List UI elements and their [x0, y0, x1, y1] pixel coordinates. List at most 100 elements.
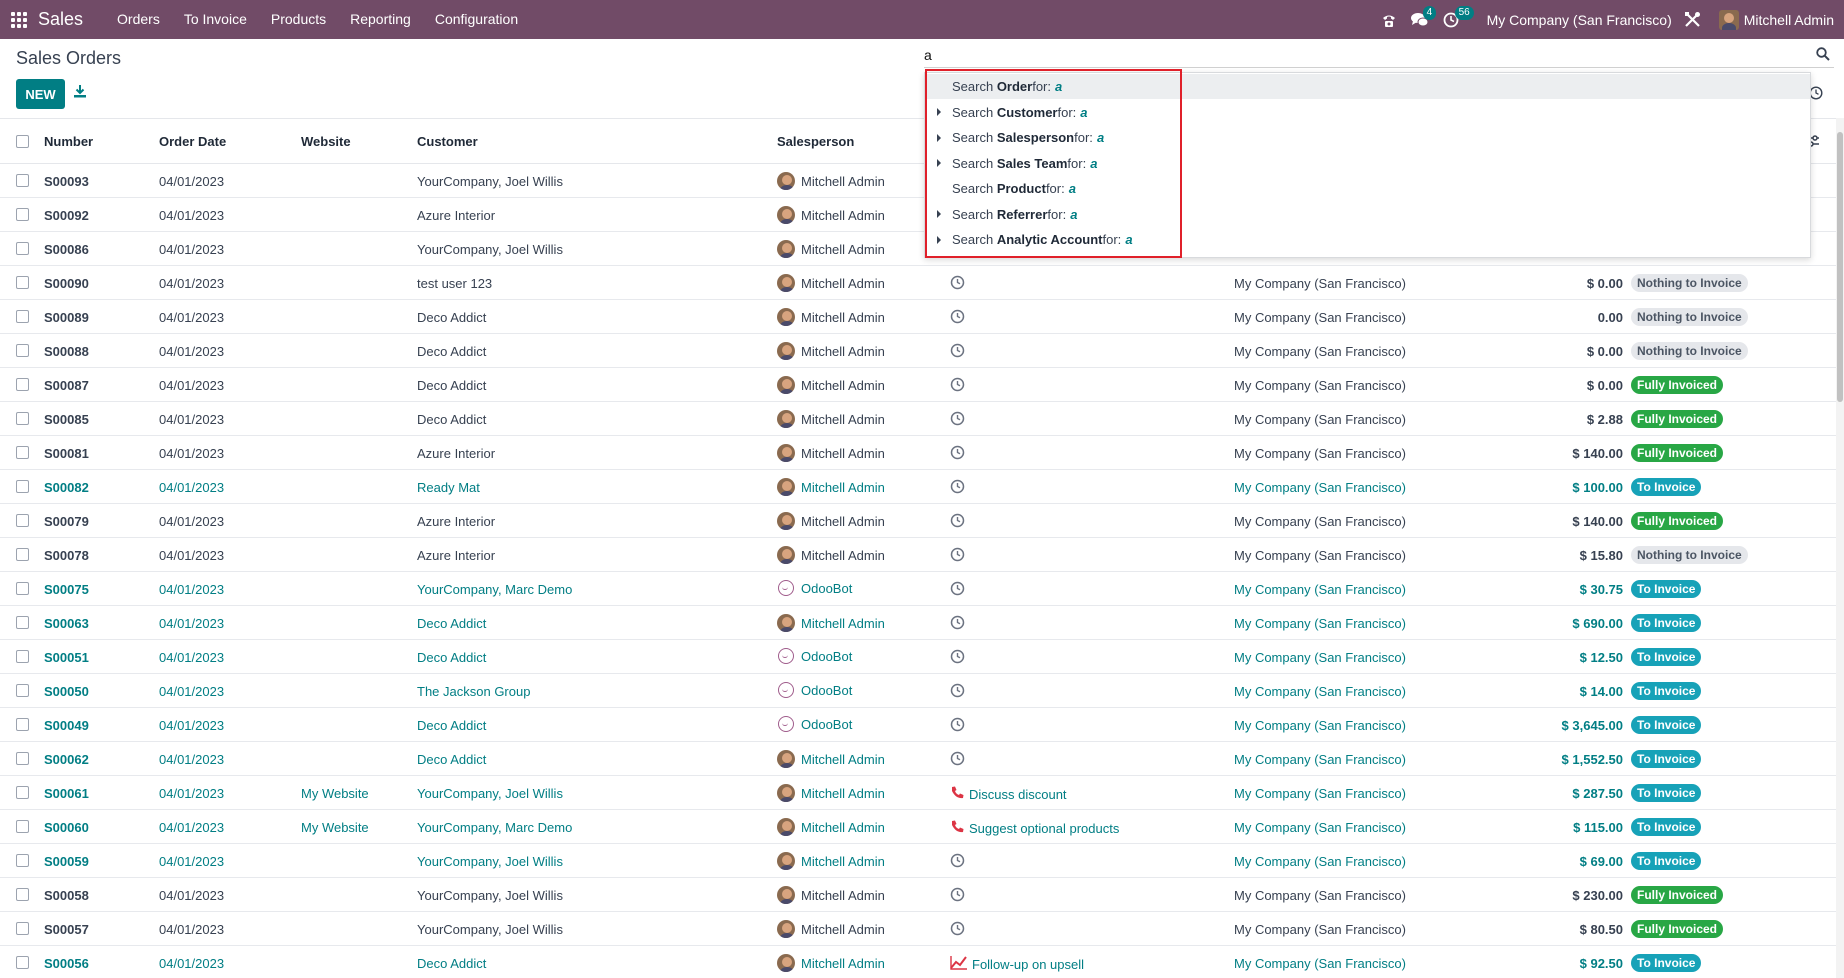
row-checkbox[interactable]: [16, 242, 29, 255]
salesperson[interactable]: Mitchell Admin: [777, 784, 885, 802]
activity-summary[interactable]: Suggest optional products: [969, 821, 1119, 836]
table-row[interactable]: S00079 04/01/2023 Azure Interior Mitchell A…: [0, 504, 1836, 538]
salesperson[interactable]: Mitchell Admin: [777, 750, 885, 768]
order-number[interactable]: S00058: [44, 888, 89, 903]
row-checkbox[interactable]: [16, 174, 29, 187]
activity[interactable]: [950, 751, 965, 769]
salesperson[interactable]: Mitchell Admin: [777, 410, 885, 428]
activity-clock-icon[interactable]: [950, 581, 965, 599]
order-number[interactable]: S00092: [44, 208, 89, 223]
order-number[interactable]: S00062: [44, 752, 89, 767]
table-row[interactable]: S00090 04/01/2023 test user 123 Mitchell Ad…: [0, 266, 1836, 300]
salesperson[interactable]: Mitchell Admin: [777, 886, 885, 904]
order-number[interactable]: S00085: [44, 412, 89, 427]
table-row[interactable]: S00051 04/01/2023 Deco Addict OdooBot My Com…: [0, 640, 1836, 674]
download-icon[interactable]: [74, 84, 90, 102]
salesperson[interactable]: Mitchell Admin: [777, 954, 885, 972]
activity[interactable]: [950, 887, 965, 905]
activity[interactable]: [950, 513, 965, 531]
activity[interactable]: Suggest optional products: [950, 819, 1119, 837]
order-number[interactable]: S00057: [44, 922, 89, 937]
activity-summary[interactable]: Discuss discount: [969, 787, 1067, 802]
col-number[interactable]: Number: [44, 134, 93, 149]
salesperson[interactable]: Mitchell Admin: [777, 614, 885, 632]
activity-clock-icon[interactable]: [950, 717, 965, 735]
activity[interactable]: [950, 853, 965, 871]
menu-reporting[interactable]: Reporting: [338, 0, 423, 39]
salesperson[interactable]: Mitchell Admin: [777, 852, 885, 870]
activity[interactable]: [950, 649, 965, 667]
order-number[interactable]: S00059: [44, 854, 89, 869]
activities-clock-icon[interactable]: 56: [1443, 5, 1474, 28]
activity-clock-icon[interactable]: [950, 853, 965, 871]
table-row[interactable]: S00049 04/01/2023 Deco Addict OdooBot My Com…: [0, 708, 1836, 742]
order-number[interactable]: S00050: [44, 684, 89, 699]
activity-clock-icon[interactable]: [950, 887, 965, 905]
debug-tools-icon[interactable]: [1684, 11, 1701, 28]
row-checkbox[interactable]: [16, 956, 29, 969]
activity-phone-icon[interactable]: [950, 785, 965, 803]
activity-clock-icon[interactable]: [950, 649, 965, 667]
row-checkbox[interactable]: [16, 752, 29, 765]
activity-phone-icon[interactable]: [950, 819, 965, 837]
activity[interactable]: [950, 717, 965, 735]
order-number[interactable]: S00093: [44, 174, 89, 189]
salesperson[interactable]: Mitchell Admin: [777, 308, 885, 326]
table-row[interactable]: S00081 04/01/2023 Azure Interior Mitchell A…: [0, 436, 1836, 470]
salesperson[interactable]: Mitchell Admin: [777, 478, 885, 496]
activity-clock-icon[interactable]: [950, 377, 965, 395]
salesperson[interactable]: Mitchell Admin: [777, 444, 885, 462]
order-number[interactable]: S00061: [44, 786, 89, 801]
row-checkbox[interactable]: [16, 276, 29, 289]
order-number[interactable]: S00090: [44, 276, 89, 291]
activity[interactable]: [950, 411, 965, 429]
order-number[interactable]: S00056: [44, 956, 89, 971]
activity[interactable]: Discuss discount: [950, 785, 1067, 803]
order-number[interactable]: S00078: [44, 548, 89, 563]
col-website[interactable]: Website: [301, 134, 351, 149]
activity-clock-icon[interactable]: [950, 275, 965, 293]
salesperson[interactable]: Mitchell Admin: [777, 376, 885, 394]
page-title[interactable]: Sales Orders: [16, 48, 121, 69]
table-row[interactable]: S00057 04/01/2023 YourCompany, Joel Willis…: [0, 912, 1836, 946]
table-row[interactable]: S00059 04/01/2023 YourCompany, Joel Willis…: [0, 844, 1836, 878]
row-checkbox[interactable]: [16, 344, 29, 357]
table-row[interactable]: S00061 04/01/2023 My Website YourCompany, J…: [0, 776, 1836, 810]
row-checkbox[interactable]: [16, 616, 29, 629]
app-name[interactable]: Sales: [38, 9, 83, 30]
activity-clock-icon[interactable]: [950, 513, 965, 531]
row-checkbox[interactable]: [16, 480, 29, 493]
apps-menu-icon[interactable]: [0, 0, 38, 39]
menu-to-invoice[interactable]: To Invoice: [172, 0, 259, 39]
row-checkbox[interactable]: [16, 718, 29, 731]
activity[interactable]: [950, 547, 965, 565]
salesperson[interactable]: Mitchell Admin: [777, 342, 885, 360]
activity-clock-icon[interactable]: [950, 615, 965, 633]
row-checkbox[interactable]: [16, 582, 29, 595]
activity[interactable]: [950, 343, 965, 361]
activity-summary[interactable]: Follow-up on upsell: [972, 957, 1084, 972]
activity[interactable]: [950, 615, 965, 633]
row-checkbox[interactable]: [16, 548, 29, 561]
table-row[interactable]: S00082 04/01/2023 Ready Mat Mitchell Admin M…: [0, 470, 1836, 504]
table-row[interactable]: S00058 04/01/2023 YourCompany, Joel Willis…: [0, 878, 1836, 912]
activity-clock-icon[interactable]: [950, 921, 965, 939]
salesperson[interactable]: Mitchell Admin: [777, 274, 885, 292]
salesperson[interactable]: Mitchell Admin: [777, 512, 885, 530]
activity[interactable]: [950, 581, 965, 599]
salesperson[interactable]: OdooBot: [777, 716, 852, 732]
activity-clock-icon[interactable]: [950, 751, 965, 769]
activity[interactable]: [950, 445, 965, 463]
table-row[interactable]: S00060 04/01/2023 My Website YourCompany, M…: [0, 810, 1836, 844]
col-salesperson[interactable]: Salesperson: [777, 134, 854, 149]
salesperson[interactable]: Mitchell Admin: [777, 818, 885, 836]
menu-configuration[interactable]: Configuration: [423, 0, 530, 39]
col-order-date[interactable]: Order Date: [159, 134, 226, 149]
scrollbar-thumb[interactable]: [1837, 132, 1843, 402]
table-row[interactable]: S00050 04/01/2023 The Jackson Group OdooBot…: [0, 674, 1836, 708]
messages-icon[interactable]: 4: [1410, 5, 1437, 28]
row-checkbox[interactable]: [16, 854, 29, 867]
order-number[interactable]: S00086: [44, 242, 89, 257]
salesperson[interactable]: Mitchell Admin: [777, 240, 885, 258]
order-number[interactable]: S00075: [44, 582, 89, 597]
